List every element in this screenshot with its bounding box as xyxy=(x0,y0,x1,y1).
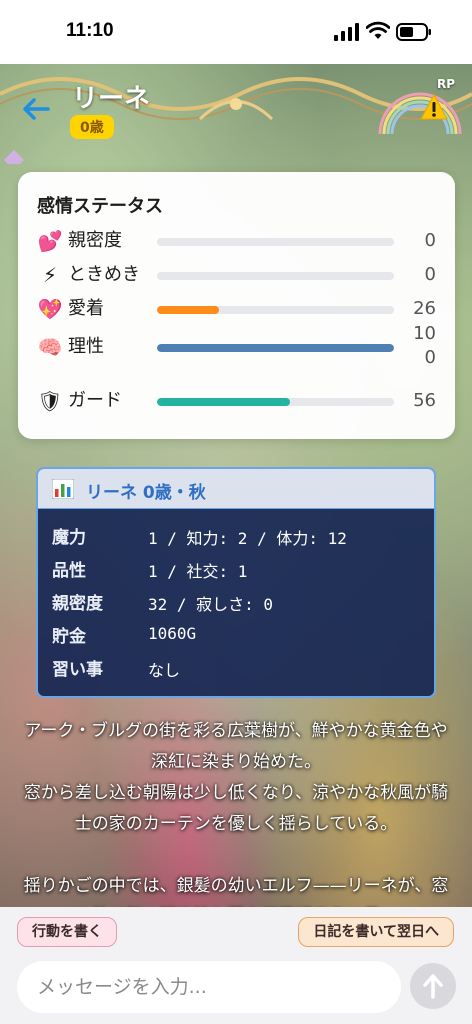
send-button[interactable] xyxy=(410,963,456,1009)
stat-emoji-icon: 🧠 xyxy=(37,335,63,359)
stat-value: 0 xyxy=(424,230,436,251)
info-key: 品性 xyxy=(52,561,86,581)
stat-row: 🛡 ガード 56 xyxy=(18,386,455,426)
rp-mode-label[interactable]: RP xyxy=(437,77,455,91)
info-value: 1 / 知力: 2 / 体力: 12 xyxy=(148,529,347,548)
info-value: 1060G xyxy=(148,624,197,643)
info-key: 貯金 xyxy=(52,627,86,647)
info-key: 親密度 xyxy=(52,594,103,614)
message-input[interactable] xyxy=(17,961,401,1013)
stat-progress-fill xyxy=(157,344,394,352)
stat-label: ときめき xyxy=(68,264,140,285)
ornate-frame-decoration xyxy=(0,77,472,164)
info-row: 品性 1 / 社交: 1 xyxy=(52,556,432,586)
back-arrow-icon[interactable] xyxy=(18,92,52,126)
stat-progress-bar xyxy=(157,238,394,246)
status-bar: 11:10 xyxy=(0,0,472,64)
battery-icon xyxy=(396,23,431,41)
stat-value: 10 0 xyxy=(413,323,436,368)
stat-progress-fill xyxy=(157,398,290,406)
info-row: 親密度 32 / 寂しさ: 0 xyxy=(52,589,432,619)
info-key: 習い事 xyxy=(52,660,103,680)
character-name: リーネ xyxy=(72,84,151,114)
warning-icon[interactable] xyxy=(420,94,448,120)
emotion-card-title: 感情ステータス xyxy=(37,196,163,217)
bar-chart-icon xyxy=(52,479,74,499)
info-row: 貯金 1060G xyxy=(52,622,432,652)
write-action-button[interactable]: 行動を書く xyxy=(17,917,117,947)
stat-emoji-icon: 💕 xyxy=(37,229,63,253)
stat-progress-bar xyxy=(157,344,394,352)
stat-value: 0 xyxy=(424,264,436,285)
info-panel-title: リーネ 0歳・秋 xyxy=(86,483,206,503)
arrow-up-icon xyxy=(423,974,443,999)
story-paragraph-1: アーク・ブルグの街を彩る広葉樹が、鮮やかな黄金色や深紅に染まり始めた。 窓から差… xyxy=(23,721,449,834)
info-panel-header: リーネ 0歳・秋 xyxy=(38,469,434,509)
cellular-signal-icon xyxy=(334,23,359,41)
emotion-status-card: 感情ステータス 💕 親密度 0 ⚡ ときめき 0 💖 愛着 26 🧠 理性 10 0 🛡 ガード 56 xyxy=(18,172,455,439)
stat-label: 親密度 xyxy=(68,230,122,251)
wifi-icon xyxy=(366,21,390,39)
info-value: 1 / 社交: 1 xyxy=(148,562,248,581)
stat-value: 26 xyxy=(413,298,436,319)
stat-label: 理性 xyxy=(68,336,104,357)
stat-value: 56 xyxy=(413,390,436,411)
status-time: 11:10 xyxy=(66,20,114,41)
info-row: 習い事 なし xyxy=(52,655,432,685)
info-row: 魔力 1 / 知力: 2 / 体力: 12 xyxy=(52,523,432,553)
stat-progress-bar xyxy=(157,272,394,280)
stat-emoji-icon: ⚡ xyxy=(42,263,58,287)
stat-progress-bar xyxy=(157,398,394,406)
write-diary-next-day-button[interactable]: 日記を書いて翌日へ xyxy=(298,917,454,947)
character-info-panel: リーネ 0歳・秋 魔力 1 / 知力: 2 / 体力: 12 品性 1 / 社交: 1… xyxy=(36,467,436,698)
info-value: なし xyxy=(148,661,181,680)
info-key: 魔力 xyxy=(52,528,86,548)
stat-row: 💖 愛着 26 xyxy=(18,294,455,334)
stat-emoji-icon: 🛡 xyxy=(37,389,63,413)
stat-emoji-icon: 💖 xyxy=(37,297,63,321)
stat-progress-bar xyxy=(157,306,394,314)
bottom-input-bar: 行動を書く 日記を書いて翌日へ xyxy=(0,907,472,1024)
stat-label: ガード xyxy=(68,390,122,411)
stat-label: 愛着 xyxy=(68,298,104,319)
stat-progress-fill xyxy=(157,306,219,314)
age-badge: 0歳 xyxy=(70,115,114,139)
stat-row: 🧠 理性 10 0 xyxy=(18,323,455,372)
info-value: 32 / 寂しさ: 0 xyxy=(148,595,274,614)
